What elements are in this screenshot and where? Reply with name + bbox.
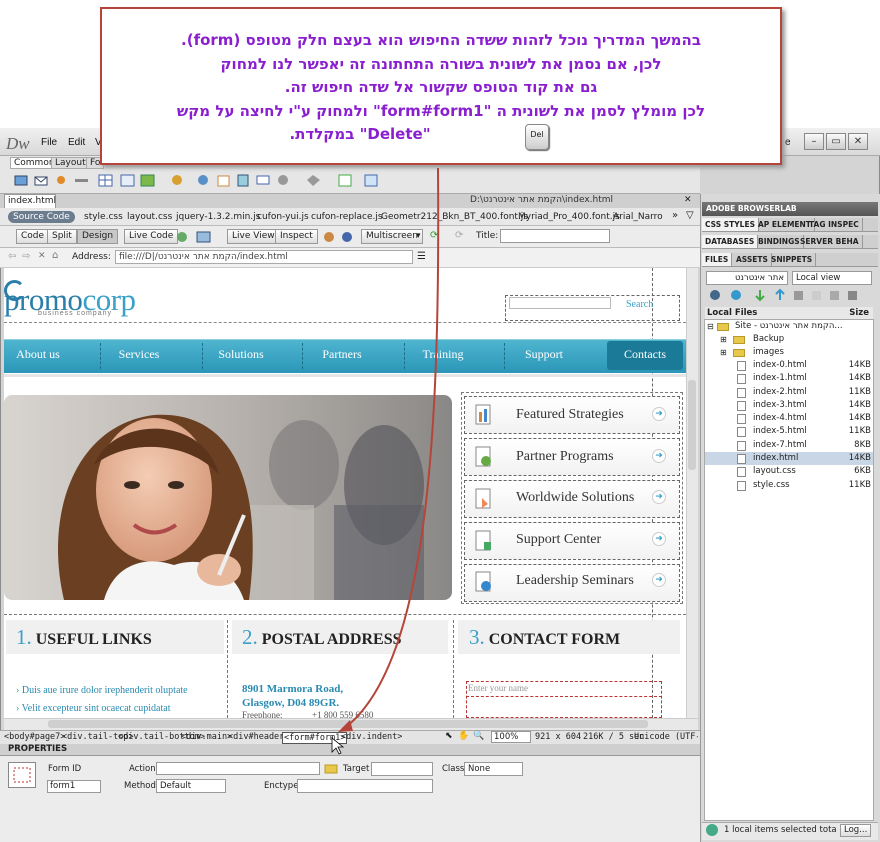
- annotation-arrow: [331, 167, 440, 755]
